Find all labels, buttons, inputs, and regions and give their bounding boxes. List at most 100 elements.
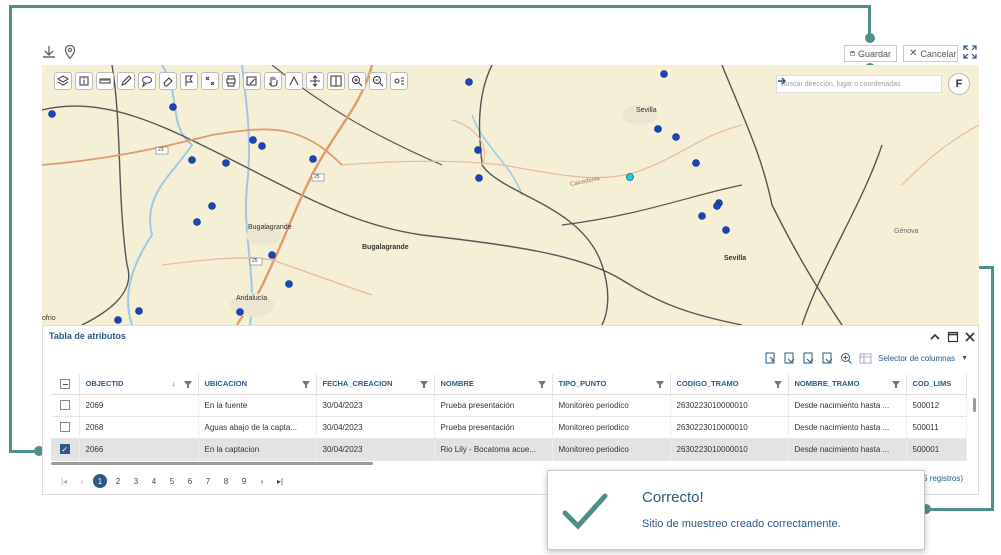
- search-arrow-icon[interactable]: [777, 76, 787, 86]
- cell-objectid: 2066: [79, 438, 199, 461]
- f-button[interactable]: F: [948, 73, 970, 95]
- page-button[interactable]: 8: [219, 474, 233, 488]
- swipe-tool[interactable]: [327, 72, 345, 90]
- draw-tool[interactable]: [117, 72, 135, 90]
- speech-bubble-icon: [142, 76, 152, 87]
- row-checkbox-cell[interactable]: ✓: [51, 438, 80, 461]
- layers-tool[interactable]: [54, 72, 72, 90]
- prev-page-button[interactable]: ‹: [75, 474, 89, 488]
- settings-tool[interactable]: [390, 72, 408, 90]
- filter-icon[interactable]: [655, 380, 664, 388]
- cell-fecha: 30/04/2023: [316, 394, 435, 417]
- map-label-bugalagrande-town: Bugalagrande: [248, 224, 292, 231]
- collapse-icon[interactable]: [929, 330, 941, 342]
- route-tool[interactable]: [285, 72, 303, 90]
- vertical-scrollbar[interactable]: [973, 398, 976, 412]
- map-label-sevilla-town: Sevilla: [636, 107, 657, 114]
- select-all-checkbox[interactable]: [59, 378, 70, 389]
- page-button[interactable]: 7: [201, 474, 215, 488]
- save-button[interactable]: Guardar: [844, 45, 897, 62]
- export-excel-icon[interactable]: [802, 352, 815, 365]
- row-checkbox[interactable]: [59, 422, 70, 432]
- zoom-in-tool[interactable]: [348, 72, 366, 90]
- page-button[interactable]: 5: [165, 474, 179, 488]
- row-checkbox-cell[interactable]: [51, 416, 80, 439]
- column-header-objectid[interactable]: OBJECTID ↓: [79, 374, 199, 395]
- column-header-label: UBICACION: [204, 379, 248, 389]
- page-button[interactable]: 2: [111, 474, 125, 488]
- zoom-out-tool[interactable]: [369, 72, 387, 90]
- zoom-to-icon[interactable]: [840, 352, 853, 365]
- maximize-icon[interactable]: [947, 330, 959, 343]
- page-button[interactable]: 6: [183, 474, 197, 488]
- erase-tool[interactable]: [159, 72, 177, 90]
- last-page-button[interactable]: ▸|: [273, 474, 287, 488]
- filter-icon[interactable]: [891, 380, 900, 388]
- info-icon: [79, 76, 89, 86]
- sort-down-icon[interactable]: ↓: [172, 379, 176, 388]
- table-row[interactable]: 2068 Aguas abajo de la capta... 30/04/20…: [51, 416, 967, 439]
- download-icon[interactable]: [41, 44, 57, 60]
- cell-objectid: 2069: [79, 394, 199, 417]
- horizontal-scrollbar[interactable]: [51, 462, 373, 465]
- column-header-cod-lims[interactable]: COD_LIMS: [906, 374, 967, 395]
- column-header-fecha[interactable]: FECHA_CREACION: [316, 374, 435, 395]
- map-view[interactable]: 23 25 25 Sevilla Bugalagrande Bugalagran…: [42, 65, 979, 325]
- filter-icon[interactable]: [301, 380, 310, 388]
- split-view-icon: [330, 75, 342, 87]
- export-csv-icon[interactable]: [783, 352, 796, 365]
- map-edit-tool[interactable]: [243, 72, 261, 90]
- filter-icon[interactable]: [419, 380, 428, 388]
- flag-tool[interactable]: [180, 72, 198, 90]
- page-button[interactable]: 4: [147, 474, 161, 488]
- cancel-button[interactable]: ✕ Cancelar: [903, 45, 958, 62]
- first-page-button[interactable]: |◂: [57, 474, 71, 488]
- export-pdf-icon[interactable]: [821, 352, 834, 365]
- pan-tool[interactable]: [264, 72, 282, 90]
- road-label-25: 25: [314, 174, 320, 180]
- filter-icon[interactable]: [183, 380, 192, 388]
- row-checkbox[interactable]: [59, 400, 70, 410]
- column-header-nombre-tramo[interactable]: NOMBRE_TRAMO: [788, 374, 907, 395]
- page-button[interactable]: 1: [93, 474, 107, 488]
- comment-tool[interactable]: [138, 72, 156, 90]
- export-icon[interactable]: [764, 352, 777, 365]
- filter-icon[interactable]: [537, 380, 546, 388]
- move-tool[interactable]: [306, 72, 324, 90]
- column-header-label: NOMBRE: [440, 379, 474, 389]
- fullscreen-icon[interactable]: [963, 45, 977, 59]
- cell-codigo: 2630223010000010: [670, 394, 789, 417]
- column-header-codigo[interactable]: CODIGO_TRAMO: [670, 374, 789, 395]
- callout-line: [926, 508, 994, 511]
- row-checkbox-checked[interactable]: ✓: [59, 444, 70, 454]
- cell-lims: 500001: [906, 438, 967, 461]
- row-checkbox-cell[interactable]: [51, 394, 80, 417]
- table-row[interactable]: 2069 En la fuente 30/04/2023 Prueba pres…: [51, 394, 967, 417]
- zoom-out-icon: [373, 76, 384, 87]
- eraser-icon: [163, 77, 173, 87]
- print-tool[interactable]: [222, 72, 240, 90]
- next-page-button[interactable]: ›: [255, 474, 269, 488]
- column-selector-icon[interactable]: [859, 352, 872, 365]
- column-header-ubicacion[interactable]: UBICACION: [198, 374, 317, 395]
- address-search-input[interactable]: Buscar dirección, lugar o coordenadas: [776, 75, 942, 93]
- save-label: Guardar: [857, 48, 891, 59]
- chevron-down-icon[interactable]: ▼: [961, 355, 968, 362]
- callout-line: [9, 5, 12, 453]
- location-pin-icon[interactable]: [62, 44, 78, 60]
- select-all-header[interactable]: [51, 374, 80, 395]
- table-row[interactable]: ✓ 2066 En la captacion 30/04/2023 Rio Li…: [51, 438, 967, 461]
- xy-tool[interactable]: [201, 72, 219, 90]
- pencil-icon: [121, 75, 132, 86]
- column-header-tipo[interactable]: TIPO_PUNTO: [552, 374, 671, 395]
- page-button[interactable]: 3: [129, 474, 143, 488]
- cell-tramo: Desde nacimiento hasta ...: [788, 416, 907, 439]
- info-tool[interactable]: [75, 72, 93, 90]
- measure-tool[interactable]: [96, 72, 114, 90]
- hand-icon: [268, 76, 278, 87]
- close-panel-icon[interactable]: [964, 330, 976, 342]
- filter-icon[interactable]: [773, 380, 782, 388]
- column-selector-label[interactable]: Selector de columnas: [878, 354, 955, 363]
- column-header-nombre[interactable]: NOMBRE: [434, 374, 553, 395]
- page-button[interactable]: 9: [237, 474, 251, 488]
